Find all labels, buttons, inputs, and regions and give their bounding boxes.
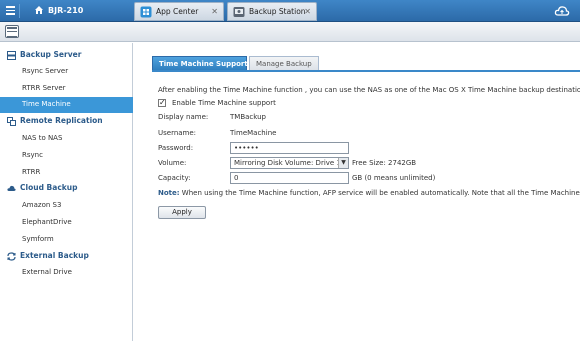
toolbar: [0, 22, 580, 42]
note-prefix: Note:: [158, 189, 180, 197]
section-remote-replication: Remote Replication: [0, 114, 133, 129]
sidebar-item-amazon-s3[interactable]: Amazon S3: [0, 198, 133, 214]
description-text: After enabling the Time Machine function…: [158, 86, 580, 94]
app-window-icon[interactable]: [5, 25, 19, 38]
password-field[interactable]: ••••••: [230, 142, 349, 154]
sidebar-item-label: RTRR: [22, 168, 41, 176]
username-value: TimeMachine: [230, 129, 277, 137]
note-text: Note: When using the Time Machine functi…: [158, 189, 580, 197]
app-center-icon: [140, 6, 152, 18]
sidebar-item-label: Symform: [22, 235, 54, 243]
sidebar: Backup Server Rsync Server RTRR Server T…: [0, 43, 133, 341]
display-name-value: TMBackup: [230, 113, 266, 121]
cloud-icon[interactable]: [554, 3, 570, 19]
main-panel: Time Machine Support Manage Backup After…: [134, 43, 580, 341]
section-backup-server: Backup Server: [0, 48, 133, 63]
sidebar-item-external-drive[interactable]: External Drive: [0, 265, 133, 281]
volume-label: Volume:: [158, 159, 187, 167]
sidebar-item-elephantdrive[interactable]: ElephantDrive: [0, 215, 133, 231]
title-bar: BJR-210 App Center ✕ Backup Station ✕: [0, 0, 580, 22]
sidebar-item-nas-to-nas[interactable]: NAS to NAS: [0, 131, 133, 147]
tab-label: App Center: [156, 7, 199, 16]
section-label: Backup Server: [20, 50, 82, 59]
backup-station-icon: [233, 7, 245, 17]
home-icon[interactable]: [34, 5, 44, 15]
sidebar-item-label: RTRR Server: [22, 84, 66, 92]
tab-time-machine-support[interactable]: Time Machine Support: [152, 56, 248, 70]
sidebar-item-label: Time Machine: [22, 100, 71, 108]
section-label: External Backup: [20, 251, 89, 260]
sidebar-item-rtrr-server[interactable]: RTRR Server: [0, 81, 133, 97]
sidebar-item-symform[interactable]: Symform: [0, 232, 133, 248]
section-external-backup: External Backup: [0, 249, 133, 264]
sidebar-item-label: Amazon S3: [22, 201, 62, 209]
enable-label: Enable Time Machine support: [172, 99, 276, 107]
tab-backup-station[interactable]: Backup Station ✕: [227, 2, 317, 21]
close-icon[interactable]: ✕: [304, 7, 311, 16]
tab-label: Backup Station: [249, 7, 306, 16]
cloud-icon: [7, 185, 16, 191]
section-label: Remote Replication: [20, 116, 103, 125]
capacity-field[interactable]: 0: [230, 172, 349, 184]
chevron-down-icon[interactable]: ▼: [338, 158, 348, 168]
tab-app-center[interactable]: App Center ✕: [134, 2, 224, 21]
sidebar-item-label: External Drive: [22, 268, 72, 276]
sidebar-item-label: NAS to NAS: [22, 134, 63, 142]
sidebar-item-rsync-server[interactable]: Rsync Server: [0, 64, 133, 80]
tab-underline: [152, 70, 580, 72]
capacity-hint: GB (0 means unlimited): [352, 174, 436, 182]
main-menu-icon[interactable]: [4, 4, 20, 18]
sidebar-item-label: Rsync: [22, 151, 43, 159]
username-label: Username:: [158, 129, 197, 137]
apply-button[interactable]: Apply: [158, 206, 206, 219]
device-name: BJR-210: [48, 6, 84, 15]
display-name-label: Display name:: [158, 113, 209, 121]
note-body: When using the Time Machine function, AF…: [179, 189, 580, 197]
tab-manage-backup[interactable]: Manage Backup: [249, 56, 319, 70]
sidebar-item-rtrr[interactable]: RTRR: [0, 165, 133, 181]
sidebar-item-rsync[interactable]: Rsync: [0, 148, 133, 164]
enable-time-machine-checkbox[interactable]: [158, 98, 166, 107]
server-icon: [7, 51, 16, 60]
section-cloud-backup: Cloud Backup: [0, 181, 133, 196]
sidebar-item-label: Rsync Server: [22, 67, 69, 75]
sync-icon: [7, 252, 16, 261]
sidebar-item-time-machine[interactable]: Time Machine: [0, 97, 133, 113]
volume-selected: Mirroring Disk Volume: Drive 1: [234, 159, 341, 167]
close-icon[interactable]: ✕: [211, 7, 218, 16]
volume-select[interactable]: Mirroring Disk Volume: Drive 1 ▼: [230, 157, 349, 169]
free-size: Free Size: 2742GB: [352, 159, 417, 167]
section-label: Cloud Backup: [20, 183, 78, 192]
password-label: Password:: [158, 144, 194, 152]
replication-icon: [7, 117, 16, 126]
sidebar-item-label: ElephantDrive: [22, 218, 72, 226]
capacity-label: Capacity:: [158, 174, 191, 182]
